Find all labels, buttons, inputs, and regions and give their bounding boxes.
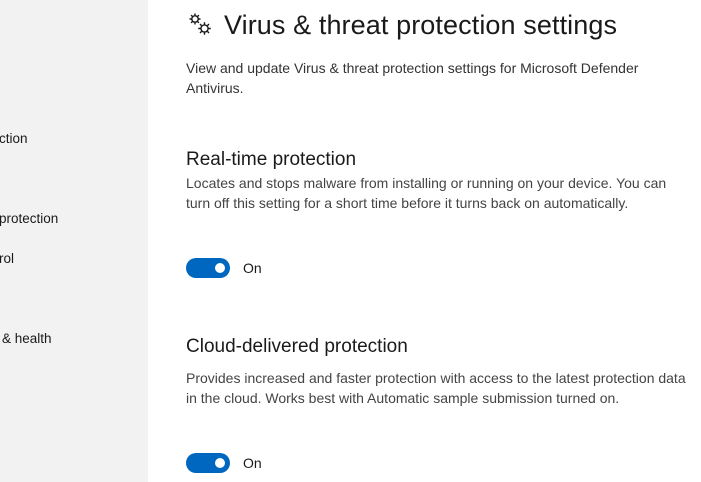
real-time-protection-toggle[interactable] <box>186 258 230 278</box>
page-header: Virus & threat protection settings <box>186 10 617 41</box>
sidebar: ction protection rol & health <box>0 0 148 482</box>
cloud-delivered-protection-toggle[interactable] <box>186 453 230 473</box>
sidebar-item-device-performance-health[interactable]: & health <box>2 331 52 346</box>
toggle-knob <box>215 263 225 273</box>
cloud-delivered-protection-toggle-label: On <box>243 455 262 471</box>
page-title: Virus & threat protection settings <box>224 10 618 40</box>
sidebar-item-firewall-network-protection[interactable]: protection <box>0 211 58 226</box>
gears-icon <box>189 13 211 35</box>
sidebar-item-virus-threat-protection[interactable]: ction <box>0 131 28 146</box>
section-title-real-time-protection: Real-time protection <box>186 149 357 170</box>
section-title-cloud-delivered-protection: Cloud-delivered protection <box>186 336 408 357</box>
toggle-knob <box>215 458 225 468</box>
defender-settings-window: ction protection rol & health Virus & th… <box>0 0 701 482</box>
sidebar-item-app-browser-control[interactable]: rol <box>0 251 14 266</box>
real-time-protection-toggle-label: On <box>243 260 262 276</box>
main-content: Virus & threat protection settings View … <box>148 0 701 482</box>
real-time-protection-toggle-row[interactable]: On <box>186 258 262 278</box>
section-description-real-time-protection: Locates and stops malware from installin… <box>186 175 667 211</box>
page-description: View and update Virus & threat protectio… <box>186 60 639 96</box>
section-description-cloud-delivered-protection: Provides increased and faster protection… <box>186 370 686 406</box>
cloud-delivered-protection-toggle-row[interactable]: On <box>186 453 262 473</box>
